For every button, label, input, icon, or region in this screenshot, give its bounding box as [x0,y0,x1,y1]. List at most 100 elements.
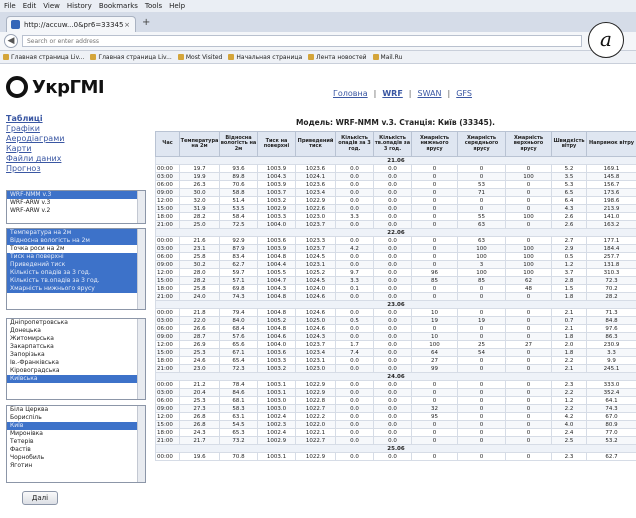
list-option[interactable]: Приведений тиск [7,261,145,269]
list-option[interactable]: Житомирська [7,335,145,343]
list-option[interactable]: Тиск на поверхні [7,253,145,261]
nav-link-gfs[interactable]: GFS [456,89,472,98]
list-option[interactable]: Миронівка [7,430,145,438]
parameter-listbox[interactable]: Температура на 2м Відносна вологість на 2… [6,228,146,310]
list-option[interactable]: Точка роси на 2м [7,245,145,253]
bookmark-item[interactable]: Главная страница Liv... [3,54,84,61]
bookmark-item[interactable]: Главная страница Liv... [90,54,172,61]
table-cell: 1022.0 [295,420,336,429]
list-option[interactable]: Дніпропетровська [7,319,145,327]
bookmark-item[interactable]: Начальная страница [228,54,302,61]
table-cell: 0.0 [335,332,374,341]
list-option[interactable]: Київська [7,375,145,383]
list-option[interactable]: WRF-ARW v.3 [7,199,145,207]
list-option[interactable]: Ів.-Франківська [7,359,145,367]
bookmark-item[interactable]: Most Visited [177,54,222,61]
table-cell: 27.3 [179,404,220,413]
list-option[interactable]: Донецька [7,327,145,335]
model-listbox[interactable]: WRF-NMM v.3 WRF-ARW v.3 WRF-ARW v.2 [6,190,146,224]
table-cell: 93.6 [219,164,258,173]
close-icon[interactable]: × [124,21,130,29]
table-cell: 1024.3 [295,332,336,341]
list-option[interactable]: Хмарність нижнього ярусу [7,285,145,293]
table-cell: 0.0 [373,220,412,229]
address-bar[interactable] [22,35,582,47]
scrollbar[interactable] [137,319,145,399]
table-cell: 21.6 [179,236,220,245]
list-option[interactable]: WRF-NMM v.3 [7,191,145,199]
table-cell: 1005.2 [257,316,296,325]
menu-item-bookmarks[interactable]: Bookmarks [99,2,138,10]
table-cell: 0 [457,332,506,341]
region-listbox[interactable]: Дніпропетровська Донецька Житомирська Закар… [6,318,146,400]
table-cell: 00:00 [155,308,180,317]
table-cell: 21.2 [179,380,220,389]
left-nav-link[interactable]: Графіки [6,124,126,134]
table-cell: 0 [411,244,458,253]
left-nav-link[interactable]: Карти [6,144,126,154]
list-option[interactable]: Тетерів [7,438,145,446]
left-nav-link[interactable]: Прогноз [6,164,126,174]
table-cell: 0 [457,356,506,365]
table-cell: 86.3 [586,332,636,341]
scrollbar[interactable] [137,191,145,223]
table-cell: 1004.8 [257,308,296,317]
list-option[interactable]: Біла Церква [7,406,145,414]
list-option[interactable]: WRF-ARW v.2 [7,207,145,215]
next-button[interactable]: Далі [22,491,58,505]
bookmark-item[interactable]: Mail.Ru [372,54,402,61]
menu-item-tools[interactable]: Tools [145,2,162,10]
table-row: 21:00 21.7 73.2 1002.9 1022.7 0.0 0.0 0 0 0 2.5 53.… [155,436,636,445]
list-option[interactable]: Кількість тв.опадів за 3 год. [7,277,145,285]
menu-item-edit[interactable]: Edit [23,2,37,10]
left-nav-link[interactable]: Файли даних [6,154,126,164]
menu-item-help[interactable]: Help [169,2,185,10]
table-cell: 0 [411,380,458,389]
table-cell: 198.6 [586,196,636,205]
table-cell: 24.6 [179,356,220,365]
list-option[interactable]: Кіровоградська [7,367,145,375]
left-nav-link[interactable]: Таблиці [6,114,126,124]
url-input[interactable] [27,37,581,45]
left-nav-link[interactable]: Аеродіаграми [6,134,126,144]
scrollbar[interactable] [137,406,145,482]
list-option[interactable]: Бориспіль [7,414,145,422]
table-cell: 1004.8 [257,292,296,301]
list-option[interactable]: Київ [7,422,145,430]
table-cell: 12:00 [155,340,180,349]
table-cell: 0 [411,212,458,221]
column-header: Відносна вологість на 2м [219,131,258,157]
table-cell: 0.0 [335,252,374,261]
list-option[interactable]: Кількість опадів за 3 год. [7,269,145,277]
new-tab-button[interactable]: + [142,17,150,28]
table-cell: 0.0 [373,236,412,245]
browser-tab[interactable]: http://accuw...0&pr6=33345 × [6,16,136,32]
table-cell: 83.4 [219,252,258,261]
nav-link-home[interactable]: Головна [333,89,368,98]
table-cell: 67.0 [586,412,636,421]
back-button[interactable]: ◀ [4,34,18,48]
list-option[interactable]: Чорнобиль [7,454,145,462]
nav-link-wrf[interactable]: WRF [382,89,402,98]
list-option[interactable]: Фастів [7,446,145,454]
table-cell: 0 [505,412,552,421]
table-cell: 0.0 [335,388,374,397]
menu-item-history[interactable]: History [67,2,92,10]
table-cell: 87.9 [219,244,258,253]
station-listbox[interactable]: Біла Церква Бориспіль Київ Миронівка Тетерів… [6,405,146,483]
table-cell: 59.7 [219,268,258,277]
nav-link-swan[interactable]: SWAN [418,89,442,98]
list-option[interactable]: Яготин [7,462,145,470]
scrollbar[interactable] [137,229,145,309]
menu-item-file[interactable]: File [4,2,16,10]
list-option[interactable]: Запорізька [7,351,145,359]
list-option[interactable]: Відносна вологість на 2м [7,237,145,245]
list-option[interactable]: Температура на 2м [7,229,145,237]
site-logo[interactable]: УкрГМІ [6,76,105,98]
list-option[interactable]: Закарпатська [7,343,145,351]
table-cell: 68.4 [219,324,258,333]
table-cell: 27 [505,340,552,349]
table-cell: 1024.6 [295,292,336,301]
bookmark-item[interactable]: Лента новостей [308,54,367,61]
menu-item-view[interactable]: View [43,2,60,10]
